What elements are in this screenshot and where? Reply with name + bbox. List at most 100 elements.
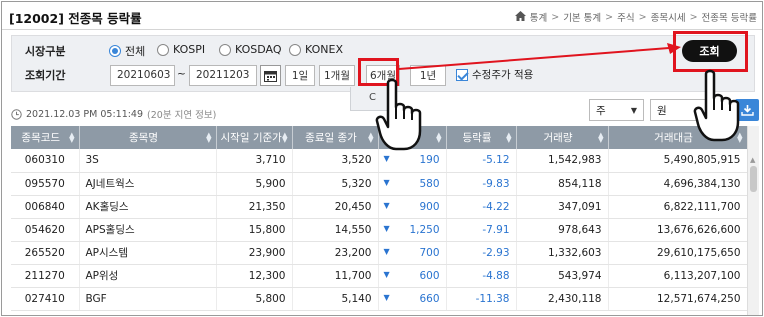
column-header-end-price[interactable]: 종료일 종가 ▲ ▼	[292, 126, 379, 149]
cell-volume: 1,332,603	[516, 241, 609, 265]
currency-select-value: 원	[657, 104, 667, 117]
start-date-input[interactable]: 20210603	[110, 65, 175, 86]
market-radio-konex[interactable]: KONEX	[289, 43, 343, 56]
cell-name: AP위성	[79, 264, 217, 288]
cell-code: 211270	[11, 264, 80, 288]
cell-rate: -5.12	[446, 149, 517, 173]
search-button[interactable]: 조회	[682, 40, 737, 62]
down-triangle-icon: ▼	[383, 177, 390, 187]
cell-change: ▼ 700	[378, 241, 447, 265]
radio-label: KOSPI	[173, 43, 206, 56]
radio-icon	[289, 43, 301, 56]
table-row[interactable]: 211270 AP위성 12,300 11,700 ▼ 600 -4.88 543…	[11, 264, 748, 288]
down-triangle-icon: ▼	[383, 200, 390, 210]
column-header-name[interactable]: 종목명 ▲ ▼	[79, 126, 217, 149]
market-label: 시장구분	[25, 45, 66, 58]
breadcrumb-item[interactable]: 종목시세	[651, 10, 686, 24]
cell-rate: -11.38	[446, 287, 517, 311]
cell-name: AJ네트웍스	[79, 172, 217, 196]
cell-end-price: 23,200	[292, 241, 379, 265]
cell-volume: 978,643	[516, 218, 609, 242]
cell-amount: 29,610,175,650	[608, 241, 748, 265]
table-row[interactable]: 006840 AK홀딩스 21,350 20,450 ▼ 900 -4.22 34…	[11, 195, 748, 219]
unit-select[interactable]: 주 ▼	[589, 99, 644, 121]
cell-change: ▼ 600	[378, 264, 447, 288]
cell-volume: 347,091	[516, 195, 609, 219]
radio-icon	[219, 43, 231, 56]
market-radio-kosdaq[interactable]: KOSDAQ	[219, 43, 282, 56]
cell-start-price: 23,900	[216, 241, 293, 265]
cell-start-price: 15,800	[216, 218, 293, 242]
cell-change: ▼ 660	[378, 287, 447, 311]
app-window: [12002] 전종목 등락률 통계 > 기본 통계 > 주식 > 종목시세 >…	[1, 1, 763, 316]
down-triangle-icon: ▼	[383, 223, 390, 233]
cell-rate: -9.83	[446, 172, 517, 196]
cell-rate: -2.93	[446, 241, 517, 265]
down-triangle-icon: ▼	[383, 154, 390, 163]
cell-end-price: 5,320	[292, 172, 379, 196]
breadcrumb-item-current: 전종목 등락률	[701, 13, 757, 24]
column-header-start-price[interactable]: 시작일 기준가 ▲ ▼	[216, 126, 293, 149]
breadcrumb-item[interactable]: 통계	[530, 10, 547, 24]
unit-select-value: 주	[596, 104, 606, 117]
cell-end-price: 14,550	[292, 218, 379, 242]
radio-selected-icon	[109, 45, 121, 57]
cell-rate: -4.88	[446, 264, 517, 288]
home-icon[interactable]	[514, 10, 526, 24]
column-header-volume[interactable]: 거래량 ▲ ▼	[516, 126, 609, 149]
cell-code: 095570	[11, 172, 80, 196]
end-date-input[interactable]: 20211203	[189, 65, 257, 86]
cell-end-price: 3,520	[292, 149, 379, 173]
cell-code: 265520	[11, 241, 80, 265]
cell-start-price: 3,710	[216, 149, 293, 173]
date-separator: ~	[177, 68, 186, 80]
column-header-code[interactable]: 종목코드 ▲ ▼	[11, 126, 80, 149]
cell-code: 060310	[11, 149, 80, 173]
cell-code: 027410	[11, 287, 80, 311]
cell-amount: 12,571,674,250	[608, 287, 748, 311]
breadcrumb-item[interactable]: 주식	[617, 10, 634, 24]
cell-code: 054620	[11, 218, 80, 242]
cell-start-price: 12,300	[216, 264, 293, 288]
sort-icon: ▲ ▼	[436, 131, 442, 144]
cell-start-price: 21,350	[216, 195, 293, 219]
radio-label: KOSDAQ	[235, 43, 282, 56]
period-1d-button[interactable]: 1일	[285, 65, 315, 86]
chevron-right-icon: >	[551, 11, 560, 23]
cell-name: APS홀딩스	[79, 218, 217, 242]
sort-icon: ▲ ▼	[506, 131, 512, 144]
cell-rate: -7.91	[446, 218, 517, 242]
cell-amount: 4,696,384,130	[608, 172, 748, 196]
breadcrumb-item[interactable]: 기본 통계	[563, 10, 601, 24]
cell-volume: 543,974	[516, 264, 609, 288]
page-title: [12002] 전종목 등락률	[9, 11, 142, 26]
calendar-icon[interactable]	[260, 65, 281, 86]
cell-amount: 13,676,626,600	[608, 218, 748, 242]
cell-end-price: 11,700	[292, 264, 379, 288]
clock-icon	[11, 108, 22, 120]
chevron-right-icon: >	[638, 11, 647, 23]
cell-name: 3S	[79, 149, 217, 173]
sort-icon: ▲ ▼	[598, 131, 604, 144]
arrow-icon	[398, 43, 681, 70]
table-row[interactable]: 095570 AJ네트웍스 5,900 5,320 ▼ 580 -9.83 854…	[11, 172, 748, 196]
period-1m-button[interactable]: 1개월	[319, 65, 355, 86]
period-label: 조회기간	[25, 69, 66, 82]
results-table: 종목코드▲▼ 종목명▲▼ 시작일 기준가▲▼ 종료일 종가▲▼ 대비▲▼ 등락률…	[11, 126, 748, 311]
chevron-right-icon: >	[605, 11, 614, 23]
timestamp-text: 2021.12.03 PM 05:11:49	[26, 108, 144, 120]
cell-name: AK홀딩스	[79, 195, 217, 219]
caret-down-icon: ▼	[630, 105, 637, 115]
column-header-rate[interactable]: 등락률 ▲ ▼	[446, 126, 517, 149]
vertical-scrollbar[interactable]: ▲	[747, 126, 759, 315]
scroll-up-icon[interactable]: ▲	[750, 156, 755, 164]
table-row[interactable]: 265520 AP시스템 23,900 23,200 ▼ 700 -2.93 1,…	[11, 241, 748, 265]
scrollbar-thumb[interactable]	[750, 166, 757, 192]
table-row[interactable]: 054620 APS홀딩스 15,800 14,550 ▼ 1,250 -7.91…	[11, 218, 748, 242]
table-row[interactable]: 027410 BGF 5,800 5,140 ▼ 660 -11.38 2,430…	[11, 287, 748, 311]
down-triangle-icon: ▼	[383, 292, 390, 302]
market-radio-all[interactable]: 전체	[109, 43, 145, 59]
market-radio-kospi[interactable]: KOSPI	[157, 43, 205, 56]
cell-rate: -4.22	[446, 195, 517, 219]
cell-start-price: 5,900	[216, 172, 293, 196]
